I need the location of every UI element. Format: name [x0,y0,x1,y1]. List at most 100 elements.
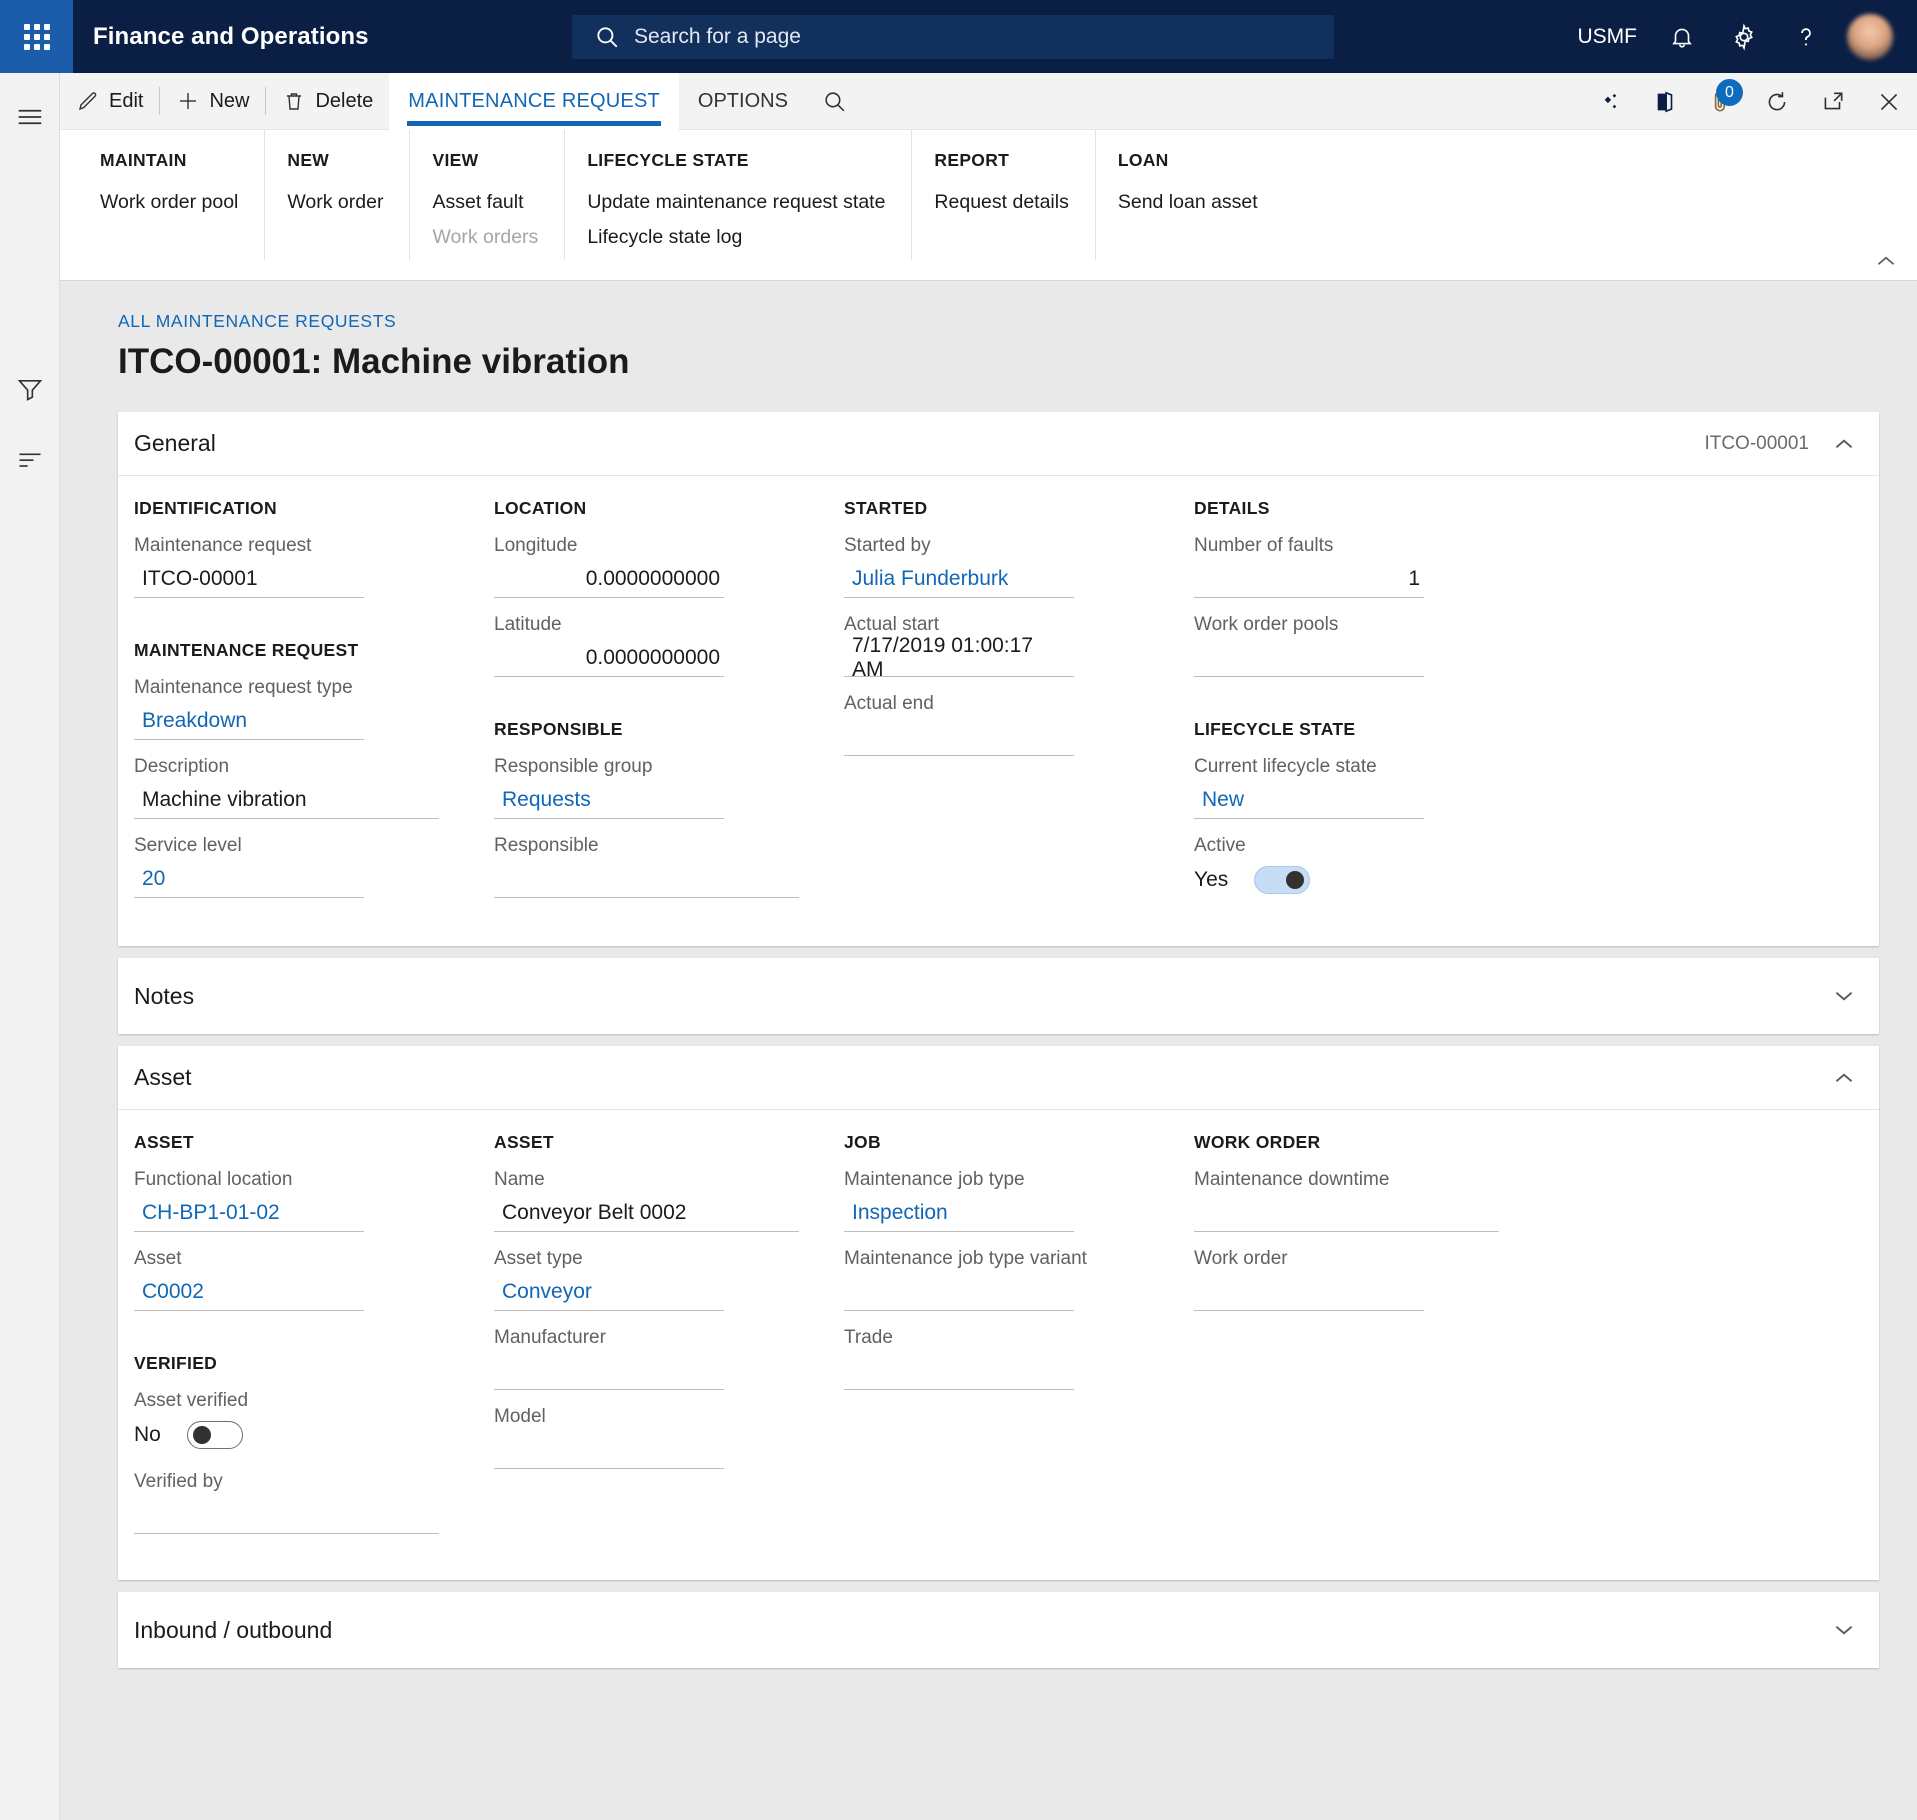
field-value[interactable]: Julia Funderburk [844,560,1074,598]
global-search-input[interactable]: Search for a page [572,15,1334,59]
open-in-new-window-icon [1820,89,1846,115]
field-value[interactable] [1194,1194,1499,1232]
chevron-up-icon[interactable] [1831,1065,1857,1091]
form-field: Work order [1194,1248,1512,1311]
action-pane-group-heading: LIFECYCLE STATE [587,150,885,171]
app-launcher-button[interactable] [0,0,73,73]
action-pane-search-button[interactable] [807,73,863,130]
field-value[interactable]: New [1194,781,1424,819]
field-value[interactable] [1194,639,1424,677]
field-value[interactable]: CH-BP1-01-02 [134,1194,364,1232]
field-value[interactable] [1194,1273,1424,1311]
field-value[interactable] [844,718,1074,756]
field-group-heading: WORK ORDER [1194,1132,1512,1153]
field-label: Maintenance job type [844,1169,1162,1191]
chevron-down-icon[interactable] [1831,1617,1857,1643]
field-value[interactable] [494,1352,724,1390]
action-pane-groups: MAINTAINWork order poolNEWWork orderVIEW… [60,130,1917,280]
chevron-up-icon[interactable] [1831,431,1857,457]
close-icon [1876,89,1902,115]
field-value[interactable]: 0.0000000000 [494,639,724,677]
action-pane-link[interactable]: Asset fault [432,191,538,214]
new-button[interactable]: New [160,73,265,130]
action-pane-link[interactable]: Update maintenance request state [587,191,885,214]
tab-maintenance-request[interactable]: MAINTENANCE REQUEST [389,73,679,130]
general-section-title: General [134,430,216,457]
app-title: Finance and Operations [93,23,369,51]
field-group-heading: IDENTIFICATION [134,498,462,519]
edit-button[interactable]: Edit [60,73,159,130]
field-value[interactable] [494,1431,724,1469]
form-field: Functional location CH-BP1-01-02 [134,1169,462,1232]
action-pane-link[interactable]: Lifecycle state log [587,226,885,249]
open-in-new-window-button[interactable] [1805,73,1861,130]
field-value[interactable]: Conveyor Belt 0002 [494,1194,799,1232]
toggle-switch[interactable] [1254,866,1310,894]
breadcrumb[interactable]: ALL MAINTENANCE REQUESTS [118,311,1917,332]
plus-icon [176,89,200,113]
field-value[interactable] [844,1273,1074,1311]
field-group-heading: DETAILS [1194,498,1512,519]
global-search-placeholder: Search for a page [634,25,801,49]
office-app-button[interactable] [1637,73,1693,130]
form-field: Number of faults1 [1194,535,1512,598]
action-pane-link[interactable]: Request details [934,191,1068,214]
form-field: Actual end [844,693,1162,756]
field-value[interactable]: Breakdown [134,702,364,740]
asset-section-header[interactable]: Asset [118,1046,1879,1110]
general-section-header[interactable]: General ITCO-00001 [118,412,1879,476]
field-value[interactable]: ITCO-00001 [134,560,364,598]
field-value[interactable]: Conveyor [494,1273,724,1311]
action-pane-link[interactable]: Work order pool [100,191,238,214]
action-pane-link[interactable]: Send loan asset [1118,191,1258,214]
personalize-button[interactable] [1581,73,1637,130]
refresh-button[interactable] [1749,73,1805,130]
attachments-count-badge: 0 [1716,79,1743,106]
search-icon [822,89,847,114]
chevron-down-icon[interactable] [1831,983,1857,1009]
notifications-button[interactable] [1651,0,1713,73]
new-button-label: New [209,90,249,113]
filter-icon[interactable] [0,359,60,419]
settings-button[interactable] [1713,0,1775,73]
inbound-outbound-section-header[interactable]: Inbound / outbound [118,1592,1879,1668]
field-value[interactable]: Requests [494,781,724,819]
action-pane-group: LOAN Send loan asset [1096,130,1284,260]
form-column: ASSETNameConveyor Belt 0002Asset typeCon… [478,1132,828,1550]
form-field: Verified by [134,1471,462,1534]
user-avatar[interactable] [1847,14,1893,60]
field-value[interactable]: C0002 [134,1273,364,1311]
form-field: Started byJulia Funderburk [844,535,1162,598]
action-pane-group-heading: LOAN [1118,150,1258,171]
action-pane-link[interactable]: Work order [287,191,383,214]
toggle-switch[interactable] [187,1421,243,1449]
form-field: Longitude0.0000000000 [494,535,812,598]
hamburger-menu-icon[interactable] [0,87,60,147]
company-selector[interactable]: USMF [1564,0,1652,73]
field-value[interactable]: 20 [134,860,364,898]
form-column: WORK ORDERMaintenance downtimeWork order [1178,1132,1528,1550]
tab-options[interactable]: OPTIONS [679,73,807,130]
list-lines-icon[interactable] [0,429,60,489]
form-field: Maintenance job type Inspection [844,1169,1162,1232]
notes-section-header[interactable]: Notes [118,958,1879,1034]
field-value[interactable]: Machine vibration [134,781,439,819]
field-value[interactable]: 0.0000000000 [494,560,724,598]
general-section-card: General ITCO-00001 IDENTIFICATIONMainten… [118,412,1879,946]
field-group-heading: RESPONSIBLE [494,719,812,740]
close-button[interactable] [1861,73,1917,130]
field-value[interactable] [494,860,799,898]
delete-button[interactable]: Delete [266,73,389,130]
field-value[interactable]: 1 [1194,560,1424,598]
field-value[interactable]: 7/17/2019 01:00:17 AM [844,639,1074,677]
field-value[interactable] [844,1352,1074,1390]
field-value[interactable]: Inspection [844,1194,1074,1232]
field-label: Functional location [134,1169,462,1191]
form-field: Asset typeConveyor [494,1248,812,1311]
collapse-action-pane-button[interactable] [1873,248,1899,274]
form-field: Trade [844,1327,1162,1390]
help-button[interactable] [1775,0,1837,73]
field-value[interactable] [134,1496,439,1534]
attachments-button[interactable]: 0 [1693,73,1749,130]
form-field: Service level20 [134,835,462,898]
